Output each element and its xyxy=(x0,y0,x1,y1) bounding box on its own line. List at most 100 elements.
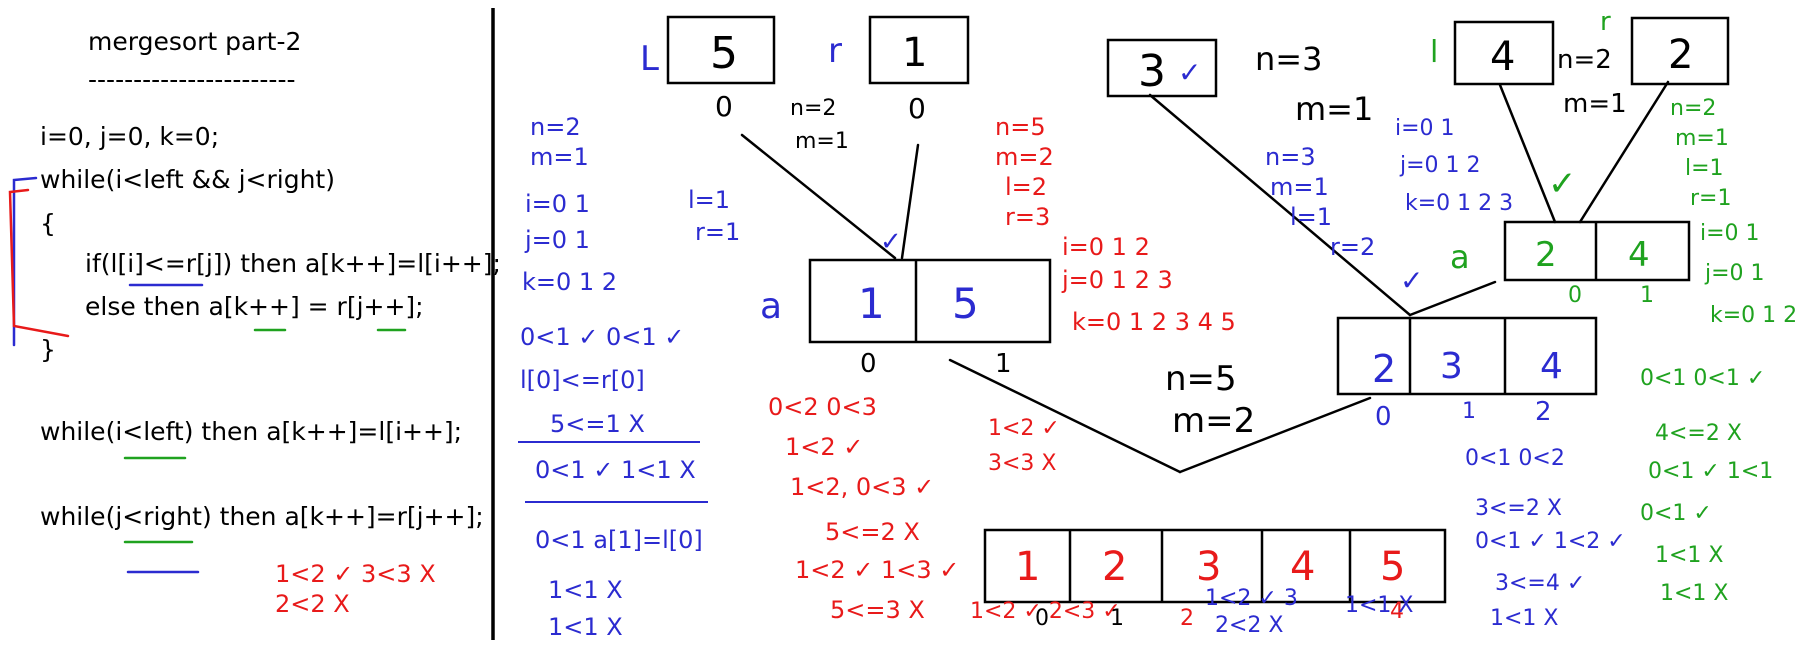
svg-text:5<=3 X: 5<=3 X xyxy=(830,596,925,624)
svg-text:1<1 X: 1<1 X xyxy=(548,613,623,641)
svg-text:k=0 1 2 3 4 5: k=0 1 2 3 4 5 xyxy=(1072,308,1236,336)
svg-text:k=0 1 2: k=0 1 2 xyxy=(1710,303,1797,328)
svg-text:1<2 ✓ 3: 1<2 ✓ 3 xyxy=(1205,586,1298,611)
m3-value: 3 xyxy=(1440,346,1463,387)
svg-text:k=0 1 2 3: k=0 1 2 3 xyxy=(1405,191,1513,216)
final-index: 2 xyxy=(1180,606,1194,631)
svg-text:3<=4 ✓: 3<=4 ✓ xyxy=(1495,571,1585,596)
svg-text:n=3: n=3 xyxy=(1255,40,1322,78)
svg-text:j=0 1 2: j=0 1 2 xyxy=(1399,153,1481,178)
svg-text:5<=1 X: 5<=1 X xyxy=(550,410,645,438)
svg-text:0<1 0<1 ✓: 0<1 0<1 ✓ xyxy=(1640,366,1765,391)
m3-index: 2 xyxy=(1535,397,1552,427)
a1-label: a xyxy=(760,286,782,327)
svg-text:2<2 X: 2<2 X xyxy=(1215,613,1284,638)
l-value: 5 xyxy=(710,28,738,79)
check-mark: ✓ xyxy=(1178,56,1201,89)
a1-index: 0 xyxy=(860,349,877,379)
svg-text:j=0 1: j=0 1 xyxy=(1704,261,1765,286)
code-panel: mergesort part-2 -----------------------… xyxy=(40,27,501,531)
svg-text:3<=2 X: 3<=2 X xyxy=(1475,496,1562,521)
svg-text:m=2: m=2 xyxy=(1172,401,1255,441)
svg-text:i=0 1: i=0 1 xyxy=(525,190,590,218)
svg-text:0<1 a[1]=l[0]: 0<1 a[1]=l[0] xyxy=(535,526,703,554)
a1-box xyxy=(808,258,1052,344)
blue-bracket xyxy=(12,176,38,347)
m3-index: 0 xyxy=(1375,402,1392,432)
final-value: 4 xyxy=(1290,544,1315,590)
r-label: r xyxy=(828,31,842,71)
svg-text:r=1: r=1 xyxy=(695,218,740,246)
l2-label: l xyxy=(1430,35,1438,70)
svg-text:0<1 0<2: 0<1 0<2 xyxy=(1465,446,1565,471)
a1-value: 1 xyxy=(858,279,885,328)
svg-text:m=1: m=1 xyxy=(1295,90,1373,128)
svg-text:1<2 ✓: 1<2 ✓ xyxy=(988,416,1060,441)
svg-text:r=2: r=2 xyxy=(1330,233,1375,261)
svg-text:4<=2 X: 4<=2 X xyxy=(1655,421,1742,446)
svg-text:0<1 ✓: 0<1 ✓ xyxy=(1640,501,1712,526)
check-mark: ✓ xyxy=(880,227,902,257)
r2-value: 2 xyxy=(1668,32,1693,78)
svg-text:n=2: n=2 xyxy=(790,96,836,121)
svg-text:0<1 ✓ 1<1: 0<1 ✓ 1<1 xyxy=(1648,459,1773,484)
svg-text:3<3 X: 3<3 X xyxy=(988,451,1057,476)
notes-red-mid: n=5 m=2 l=2 r=3 xyxy=(995,113,1054,231)
svg-text:r=1: r=1 xyxy=(1690,186,1731,211)
notes-black-nm2: n=2 m=1 xyxy=(1557,45,1627,119)
notes-red-ijk: i=0 1 2 j=0 1 2 3 k=0 1 2 3 4 5 xyxy=(1061,233,1236,336)
r-value: 1 xyxy=(902,30,927,76)
svg-text:m=1: m=1 xyxy=(1675,126,1729,151)
svg-text:i=0 1: i=0 1 xyxy=(1700,221,1760,246)
svg-text:l=1: l=1 xyxy=(1290,203,1332,231)
notes-blue-left: n=2 m=1 i=0 1 j=0 1 k=0 1 2 0<1 ✓ 0<1 ✓ … xyxy=(520,113,703,641)
r2-label: r xyxy=(1600,7,1611,37)
l-index: 0 xyxy=(715,90,733,123)
code-line: } xyxy=(40,335,56,364)
notes-red-under-final: 1<2 ✓ 2<3 ✓ xyxy=(970,599,1121,624)
m3-value: 2 xyxy=(1372,347,1396,391)
notes-black-nm1: n=2 m=1 xyxy=(790,96,849,154)
svg-text:k=0 1 2: k=0 1 2 xyxy=(522,268,617,296)
notes-blue-right: n=3 m=1 l=1 r=2 xyxy=(1265,143,1375,261)
svg-text:n=3: n=3 xyxy=(1265,143,1316,171)
l2-value: 4 xyxy=(1490,34,1515,80)
svg-text:j=0 1 2 3: j=0 1 2 3 xyxy=(1061,266,1173,294)
svg-text:l[0]<=r[0]: l[0]<=r[0] xyxy=(520,366,645,394)
notes-black-nm3: n=3 m=1 xyxy=(1255,40,1373,128)
a2-value: 2 xyxy=(1535,235,1557,275)
svg-text:m=1: m=1 xyxy=(1270,173,1329,201)
svg-text:1<1 X: 1<1 X xyxy=(1660,581,1729,606)
svg-text:1<1 X: 1<1 X xyxy=(1345,593,1414,618)
check-mark: ✓ xyxy=(1548,164,1577,204)
code-title: mergesort part-2 xyxy=(88,27,301,56)
notes-blue-ijk2: i=0 1 j=0 1 2 k=0 1 2 3 xyxy=(1395,116,1513,216)
notes-red-middle2: 1<2 ✓ 3<3 X xyxy=(988,416,1060,476)
svg-text:1<2 ✓ 3<3 X: 1<2 ✓ 3<3 X xyxy=(275,560,436,588)
svg-text:m=2: m=2 xyxy=(995,143,1054,171)
svg-text:1<2 ✓: 1<2 ✓ xyxy=(785,433,863,461)
notes-red-compare: 0<2 0<3 1<2 ✓ 1<2, 0<3 ✓ 5<=2 X 1<2 ✓ 1<… xyxy=(768,393,959,624)
l-label: L xyxy=(640,39,659,79)
whiteboard-canvas: mergesort part-2 -----------------------… xyxy=(8,7,1797,641)
svg-text:n=2: n=2 xyxy=(1670,96,1716,121)
a2-index: 1 xyxy=(1640,283,1654,308)
b3-value: 3 xyxy=(1138,46,1166,97)
svg-text:1<1 X: 1<1 X xyxy=(548,576,623,604)
final-value: 5 xyxy=(1380,544,1405,590)
a2-label: a xyxy=(1450,238,1470,276)
code-line: while(i<left) then a[k++]=l[i++]; xyxy=(40,417,462,446)
check-mark: ✓ xyxy=(1400,264,1423,297)
final-value: 1 xyxy=(1015,544,1040,590)
code-line: while(i<left && j<right) xyxy=(40,165,335,194)
svg-text:n=5: n=5 xyxy=(995,113,1046,141)
code-line: { xyxy=(40,209,56,238)
notes-red-bottom-left: 1<2 ✓ 3<3 X 2<2 X xyxy=(275,560,436,618)
svg-text:i=0 1 2: i=0 1 2 xyxy=(1062,233,1150,261)
notes-blue-lr: l=1 r=1 xyxy=(688,186,740,246)
svg-text:n=2: n=2 xyxy=(1557,45,1612,75)
svg-text:l=1: l=1 xyxy=(688,186,730,214)
svg-text:n=5: n=5 xyxy=(1165,359,1237,399)
a1-value: 5 xyxy=(952,279,979,328)
svg-text:1<2 ✓ 1<3 ✓: 1<2 ✓ 1<3 ✓ xyxy=(795,556,959,584)
